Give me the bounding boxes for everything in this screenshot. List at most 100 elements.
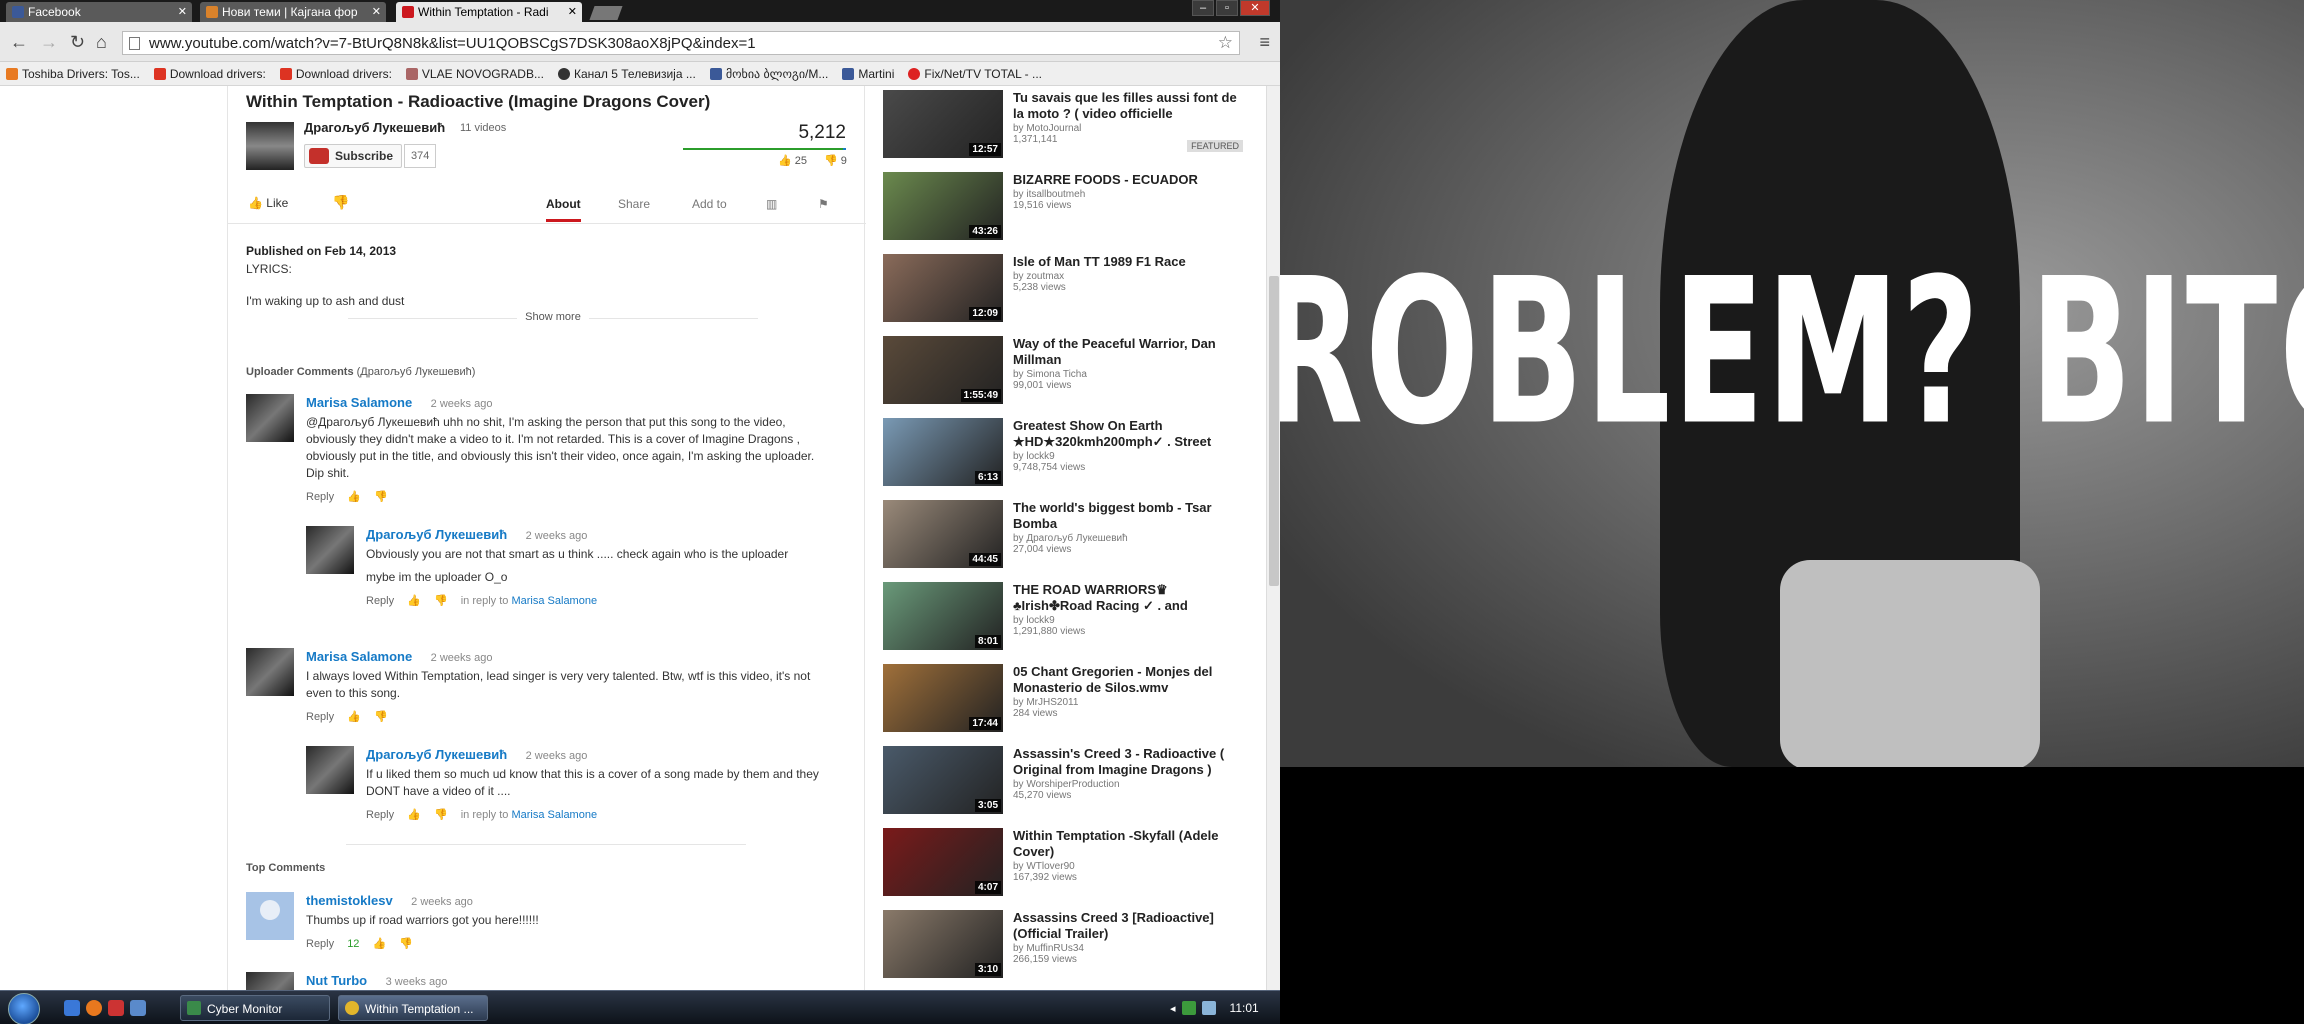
flag-icon[interactable]: ⚑ — [818, 197, 829, 211]
reply-button[interactable]: Reply — [306, 938, 334, 950]
owner-avatar[interactable] — [246, 122, 294, 170]
taskbar-button-cyber-monitor[interactable]: Cyber Monitor — [180, 995, 330, 1021]
tab-youtube[interactable]: Within Temptation - Radi ✕ — [396, 2, 582, 22]
comment-author[interactable]: Nut Turbo — [306, 973, 367, 988]
close-tab-icon[interactable]: ✕ — [178, 5, 187, 18]
in-reply-link[interactable]: Marisa Salamone — [511, 595, 597, 607]
video-thumbnail[interactable]: 1:55:49 — [883, 336, 1003, 404]
video-thumbnail[interactable]: 44:45 — [883, 500, 1003, 568]
related-video-item[interactable]: 8:01 THE ROAD WARRIORS♛ ♣Irish✤Road Racin… — [883, 582, 1243, 652]
video-title[interactable]: The world's biggest bomb - Tsar Bomba — [1013, 500, 1243, 532]
in-reply-link[interactable]: Marisa Salamone — [511, 809, 597, 821]
bookmark-item[interactable]: მოხია ბლოგი/M... — [709, 67, 828, 81]
close-tab-icon[interactable]: ✕ — [372, 5, 381, 18]
comment-author[interactable]: Драгољуб Лукешевић — [366, 747, 507, 762]
video-title[interactable]: Isle of Man TT 1989 F1 Race — [1013, 254, 1243, 270]
like-button[interactable]: 👍 Like — [248, 196, 288, 210]
channel-name[interactable]: itsallboutmeh — [1026, 189, 1085, 200]
tab-facebook[interactable]: Facebook ✕ — [6, 2, 192, 22]
related-video-item[interactable]: 12:57 Tu savais que les filles aussi font… — [883, 90, 1243, 160]
bookmark-item[interactable]: Download drivers: — [279, 67, 392, 81]
related-video-item[interactable]: 43:26 BIZARRE FOODS - ECUADOR by itsallbou… — [883, 172, 1243, 242]
channel-name[interactable]: Simona Ticha — [1026, 369, 1087, 380]
desktop-icon[interactable] — [130, 1000, 146, 1016]
video-title[interactable]: THE ROAD WARRIORS♛ ♣Irish✤Road Racing ✓ … — [1013, 582, 1243, 614]
video-thumbnail[interactable]: 3:10 — [883, 910, 1003, 978]
app-icon[interactable] — [108, 1000, 124, 1016]
video-thumbnail[interactable]: 6:13 — [883, 418, 1003, 486]
thumbs-down-icon[interactable]: 👎 — [374, 491, 388, 503]
bookmark-item[interactable]: Fix/Net/TV TOTAL - ... — [908, 67, 1042, 81]
thumbs-up-icon[interactable]: 👍 — [373, 938, 387, 950]
back-arrow-icon[interactable]: ← — [10, 32, 28, 53]
thumbs-up-icon[interactable]: 👍 — [407, 809, 421, 821]
comment-author[interactable]: Marisa Salamone — [306, 649, 412, 664]
channel-name[interactable]: lockk9 — [1026, 451, 1054, 462]
home-icon[interactable]: ⌂ — [96, 32, 107, 53]
bookmark-star-icon[interactable]: ☆ — [1218, 33, 1233, 53]
thumbs-down-icon[interactable]: 👎 — [374, 711, 388, 723]
close-tab-icon[interactable]: ✕ — [568, 5, 577, 18]
owner-name[interactable]: Драгољуб Лукешевић — [304, 120, 445, 135]
video-title[interactable]: Assassin's Creed 3 - Radioactive ( Origi… — [1013, 746, 1243, 778]
avatar[interactable] — [246, 972, 294, 990]
stats-icon[interactable]: ▥ — [766, 197, 777, 211]
video-title[interactable]: Assassins Creed 3 [Radioactive] (Officia… — [1013, 910, 1243, 942]
firefox-icon[interactable] — [86, 1000, 102, 1016]
video-thumbnail[interactable]: 8:01 — [883, 582, 1003, 650]
show-more-button[interactable]: Show more — [348, 311, 758, 331]
bookmark-item[interactable]: Toshiba Drivers: Tos... — [6, 67, 140, 81]
avatar[interactable] — [306, 746, 354, 794]
channel-name[interactable]: MuffinRUs34 — [1026, 943, 1084, 954]
bookmark-item[interactable]: VLAE NOVOGRADB... — [405, 67, 544, 81]
start-button[interactable] — [8, 993, 40, 1024]
tab-add-to[interactable]: Add to — [692, 197, 727, 211]
channel-name[interactable]: Драгољуб Лукешевић — [1026, 533, 1127, 544]
scrollbar[interactable] — [1266, 86, 1280, 990]
reply-button[interactable]: Reply — [366, 809, 394, 821]
bookmark-item[interactable]: Martini — [842, 67, 894, 81]
related-video-item[interactable]: 44:45 The world's biggest bomb - Tsar Bom… — [883, 500, 1243, 570]
channel-name[interactable]: MotoJournal — [1026, 123, 1081, 134]
related-video-item[interactable]: 17:44 05 Chant Gregorien - Monjes del Mon… — [883, 664, 1243, 734]
avatar[interactable] — [306, 526, 354, 574]
volume-icon[interactable] — [1201, 1001, 1216, 1015]
comment-author[interactable]: themistoklesv — [306, 893, 393, 908]
thumbs-up-icon[interactable]: 👍 — [407, 595, 421, 607]
channel-name[interactable]: WTlover90 — [1026, 861, 1074, 872]
menu-icon[interactable]: ≡ — [1259, 32, 1270, 53]
video-title[interactable]: Tu savais que les filles aussi font de l… — [1013, 90, 1243, 122]
close-window-button[interactable]: ✕ — [1240, 0, 1270, 16]
tab-kajgana[interactable]: Нови теми | Кајгана фор ✕ — [200, 2, 386, 22]
reply-button[interactable]: Reply — [366, 595, 394, 607]
dislike-button[interactable]: 👎 — [332, 194, 349, 211]
ie-icon[interactable] — [64, 1000, 80, 1016]
tab-about[interactable]: About — [546, 197, 581, 222]
minimize-button[interactable]: – — [1192, 0, 1214, 16]
related-video-item[interactable]: 6:13 Greatest Show On Earth ★HD★320kmh200… — [883, 418, 1243, 488]
related-video-item[interactable]: 1:55:49 Way of the Peaceful Warrior, Dan … — [883, 336, 1243, 406]
thumbs-down-icon[interactable]: 👎 — [434, 809, 448, 821]
avatar[interactable] — [246, 648, 294, 696]
clock[interactable]: 11:01 — [1230, 1001, 1259, 1015]
scrollbar-thumb[interactable] — [1269, 276, 1279, 586]
video-thumbnail[interactable]: 43:26 — [883, 172, 1003, 240]
comment-author[interactable]: Marisa Salamone — [306, 395, 412, 410]
new-tab-button[interactable] — [589, 6, 623, 20]
taskbar-button-chrome[interactable]: Within Temptation ... — [338, 995, 488, 1021]
video-title[interactable]: Greatest Show On Earth ★HD★320kmh200mph✓… — [1013, 418, 1243, 450]
forward-arrow-icon[interactable]: → — [40, 32, 58, 53]
video-thumbnail[interactable]: 12:57 — [883, 90, 1003, 158]
channel-name[interactable]: lockk9 — [1026, 615, 1054, 626]
thumbs-up-icon[interactable]: 👍 — [347, 711, 361, 723]
channel-name[interactable]: zoutmax — [1026, 271, 1064, 282]
reply-button[interactable]: Reply — [306, 711, 334, 723]
maximize-button[interactable]: ▫ — [1216, 0, 1238, 16]
reply-button[interactable]: Reply — [306, 491, 334, 503]
channel-name[interactable]: MrJHS2011 — [1026, 697, 1078, 708]
channel-name[interactable]: WorshiperProduction — [1026, 779, 1119, 790]
chevron-left-icon[interactable]: ◂ — [1170, 1002, 1176, 1015]
comment-author[interactable]: Драгољуб Лукешевић — [366, 527, 507, 542]
bookmark-item[interactable]: Канал 5 Телевизија ... — [557, 67, 696, 81]
avatar[interactable] — [246, 394, 294, 442]
